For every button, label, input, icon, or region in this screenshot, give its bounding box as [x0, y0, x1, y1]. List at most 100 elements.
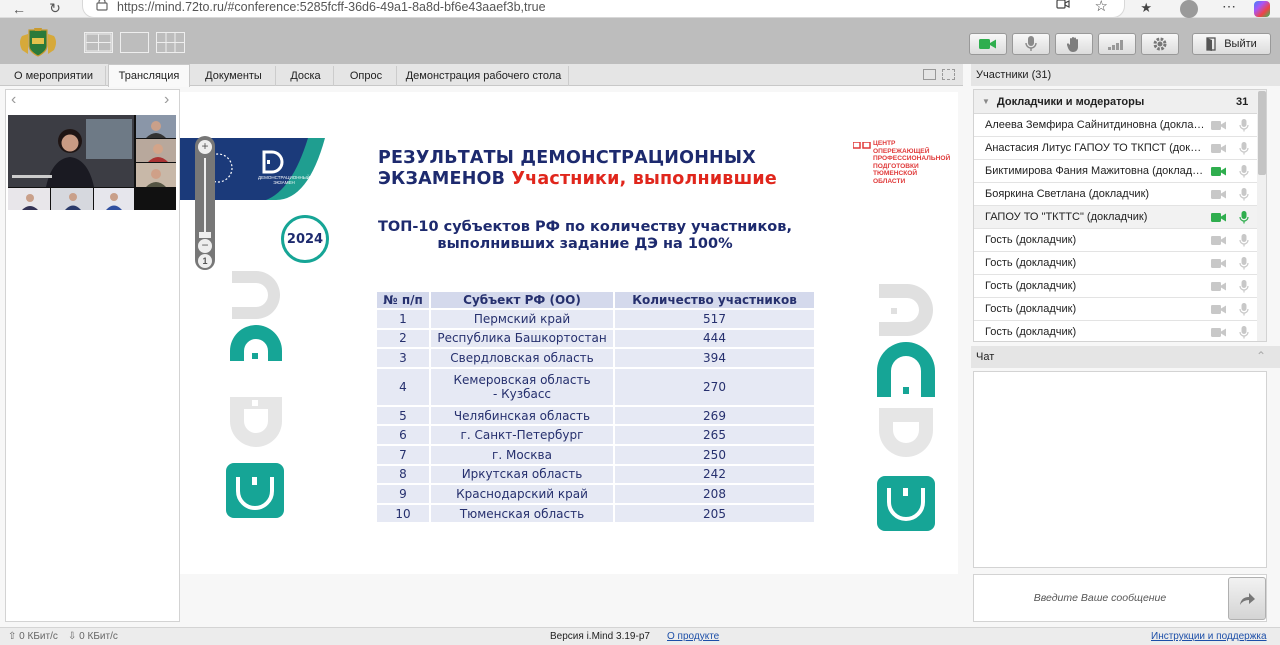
app-toolbar: Выйти	[0, 18, 1280, 64]
participants-header: Участники (31)	[971, 64, 1280, 86]
participant-row[interactable]: Гость (докладчик)	[974, 298, 1266, 321]
zoom-out-icon[interactable]: −	[198, 239, 212, 253]
participant-row[interactable]: Гость (докладчик)	[974, 275, 1266, 298]
layout-single-button[interactable]	[120, 32, 149, 53]
url-text: https://mind.72to.ru/#conference:5285fcf…	[117, 0, 546, 14]
participant-camera-icon[interactable]	[1211, 304, 1227, 318]
video-tile-4[interactable]	[136, 163, 176, 187]
about-product-link[interactable]: О продукте	[667, 631, 719, 642]
tab-documents[interactable]: Документы	[192, 66, 276, 86]
participant-camera-icon[interactable]	[1211, 166, 1227, 180]
participant-camera-icon[interactable]	[1211, 281, 1227, 295]
participant-camera-icon[interactable]	[1211, 143, 1227, 157]
video-grid	[8, 115, 176, 210]
participant-row[interactable]: ГАПОУ ТО "ТКТТС" (докладчик)	[974, 206, 1266, 229]
chat-header: Чат ⌃	[971, 346, 1280, 368]
camera-toggle-button[interactable]	[969, 33, 1007, 55]
copilot-icon[interactable]	[1254, 1, 1270, 17]
participant-camera-icon[interactable]	[1211, 189, 1227, 203]
participant-row[interactable]: Алеева Земфира Сайнитдиновна (докладчик)	[974, 114, 1266, 137]
zoom-slider[interactable]: + − 1	[195, 136, 215, 270]
participant-microphone-icon[interactable]	[1239, 211, 1249, 227]
video-tile-2[interactable]	[136, 115, 176, 138]
slide-subtitle: ТОП-10 субъектов РФ по количеству участн…	[375, 219, 795, 253]
help-link[interactable]: Инструкции и поддержка	[1151, 631, 1267, 642]
more-menu-icon[interactable]: ⋯	[1222, 0, 1236, 15]
tab-about-event[interactable]: О мероприятии	[2, 66, 106, 86]
video-tile-5[interactable]	[8, 188, 50, 210]
collapse-triangle-icon[interactable]: ▼	[982, 97, 990, 106]
site-info-icon[interactable]	[95, 0, 109, 14]
participant-row[interactable]: Гость (докладчик)	[974, 229, 1266, 252]
microphone-toggle-button[interactable]	[1012, 33, 1050, 55]
participant-name: Гость (докладчик)	[985, 257, 1077, 269]
participants-list: ▼ Докладчики и модераторы 31 Алеева Земф…	[973, 89, 1267, 342]
scroll-thumb[interactable]	[1258, 91, 1266, 175]
tab-poll[interactable]: Опрос	[336, 66, 397, 86]
participant-row[interactable]: Гость (докладчик)	[974, 321, 1266, 341]
zoom-reset-icon[interactable]: 1	[198, 254, 212, 268]
group-count: 31	[1236, 95, 1249, 108]
participant-microphone-icon[interactable]	[1239, 165, 1249, 181]
back-icon[interactable]: ←	[8, 0, 30, 18]
participant-microphone-icon[interactable]	[1239, 234, 1249, 250]
connection-quality-button[interactable]	[1098, 33, 1136, 55]
participant-microphone-icon[interactable]	[1239, 142, 1249, 158]
slide-subtitle-line1: ТОП-10 субъектов РФ по количеству участн…	[378, 219, 792, 235]
layout-grid-4-button[interactable]	[84, 32, 113, 53]
zoom-in-icon[interactable]: +	[198, 140, 212, 154]
chevron-left-icon[interactable]: ‹	[11, 91, 16, 109]
participant-camera-icon[interactable]	[1211, 212, 1227, 226]
participant-microphone-icon[interactable]	[1239, 280, 1249, 296]
group-label: Докладчики и модераторы	[996, 95, 1145, 108]
cell-number: 3	[375, 347, 431, 369]
zoom-track[interactable]	[204, 158, 206, 233]
chevron-up-icon[interactable]: ⌃	[1256, 349, 1266, 363]
video-tile-7[interactable]	[94, 188, 134, 210]
participant-microphone-icon[interactable]	[1239, 257, 1249, 273]
send-message-button[interactable]	[1228, 577, 1266, 620]
video-tile-main-speaker[interactable]	[8, 115, 134, 187]
fullscreen-icon[interactable]	[942, 69, 955, 80]
participant-microphone-icon[interactable]	[1239, 119, 1249, 135]
participant-row[interactable]: Бояркина Светлана (докладчик)	[974, 183, 1266, 206]
window-mode-icon[interactable]	[923, 69, 936, 80]
participant-microphone-icon[interactable]	[1239, 303, 1249, 319]
participants-scrollbar[interactable]	[1257, 90, 1266, 341]
address-bar[interactable]: https://mind.72to.ru/#conference:5285fcf…	[82, 0, 1125, 18]
participant-row[interactable]: Анастасия Литус ГАПОУ ТО ТКПСТ (докладчи…	[974, 137, 1266, 160]
tab-desktop-sharing[interactable]: Демонстрация рабочего стола	[399, 66, 569, 86]
cell-count: 205	[613, 502, 816, 525]
participants-group-speakers[interactable]: ▼ Докладчики и модераторы 31	[974, 90, 1266, 114]
favorites-icon[interactable]: ★	[1140, 0, 1152, 16]
raise-hand-button[interactable]	[1055, 33, 1093, 55]
bookmark-star-icon[interactable]: ☆	[1095, 0, 1108, 15]
chat-input-placeholder[interactable]: Введите Ваше сообщение	[974, 592, 1226, 604]
tab-whiteboard[interactable]: Доска	[278, 66, 334, 86]
center-logo-line-2: ОПЕРЕЖАЮЩЕЙ	[873, 147, 930, 155]
participant-microphone-icon[interactable]	[1239, 188, 1249, 204]
chevron-right-icon[interactable]: ›	[164, 91, 169, 109]
video-tile-3[interactable]	[136, 139, 176, 162]
participant-camera-icon[interactable]	[1211, 327, 1227, 341]
center-logo-line-4: ПОДГОТОВКИ	[873, 162, 919, 170]
col-header-region: Субъект РФ (ОО)	[429, 290, 615, 310]
camera-permission-icon[interactable]	[1056, 0, 1070, 13]
cell-number: 1	[375, 308, 431, 330]
exit-button[interactable]: Выйти	[1192, 33, 1271, 55]
participant-camera-icon[interactable]	[1211, 235, 1227, 249]
settings-button[interactable]	[1141, 33, 1179, 55]
video-tile-6[interactable]	[51, 188, 93, 210]
participant-camera-icon[interactable]	[1211, 258, 1227, 272]
chat-input-box[interactable]: Введите Ваше сообщение	[973, 574, 1267, 622]
tab-broadcast[interactable]: Трансляция	[108, 64, 190, 87]
table-row: 5 Челябинская область 269	[375, 404, 816, 427]
participant-microphone-icon[interactable]	[1239, 326, 1249, 341]
cell-region: Тюменская область	[429, 502, 615, 525]
layout-grid-6-button[interactable]	[156, 32, 185, 53]
participant-row[interactable]: Биктимирова Фания Мажитовна (докладчик)	[974, 160, 1266, 183]
profile-avatar-icon[interactable]	[1180, 0, 1198, 18]
participant-camera-icon[interactable]	[1211, 120, 1227, 134]
participant-row[interactable]: Гость (докладчик)	[974, 252, 1266, 275]
reload-icon[interactable]: ↻	[44, 0, 66, 18]
